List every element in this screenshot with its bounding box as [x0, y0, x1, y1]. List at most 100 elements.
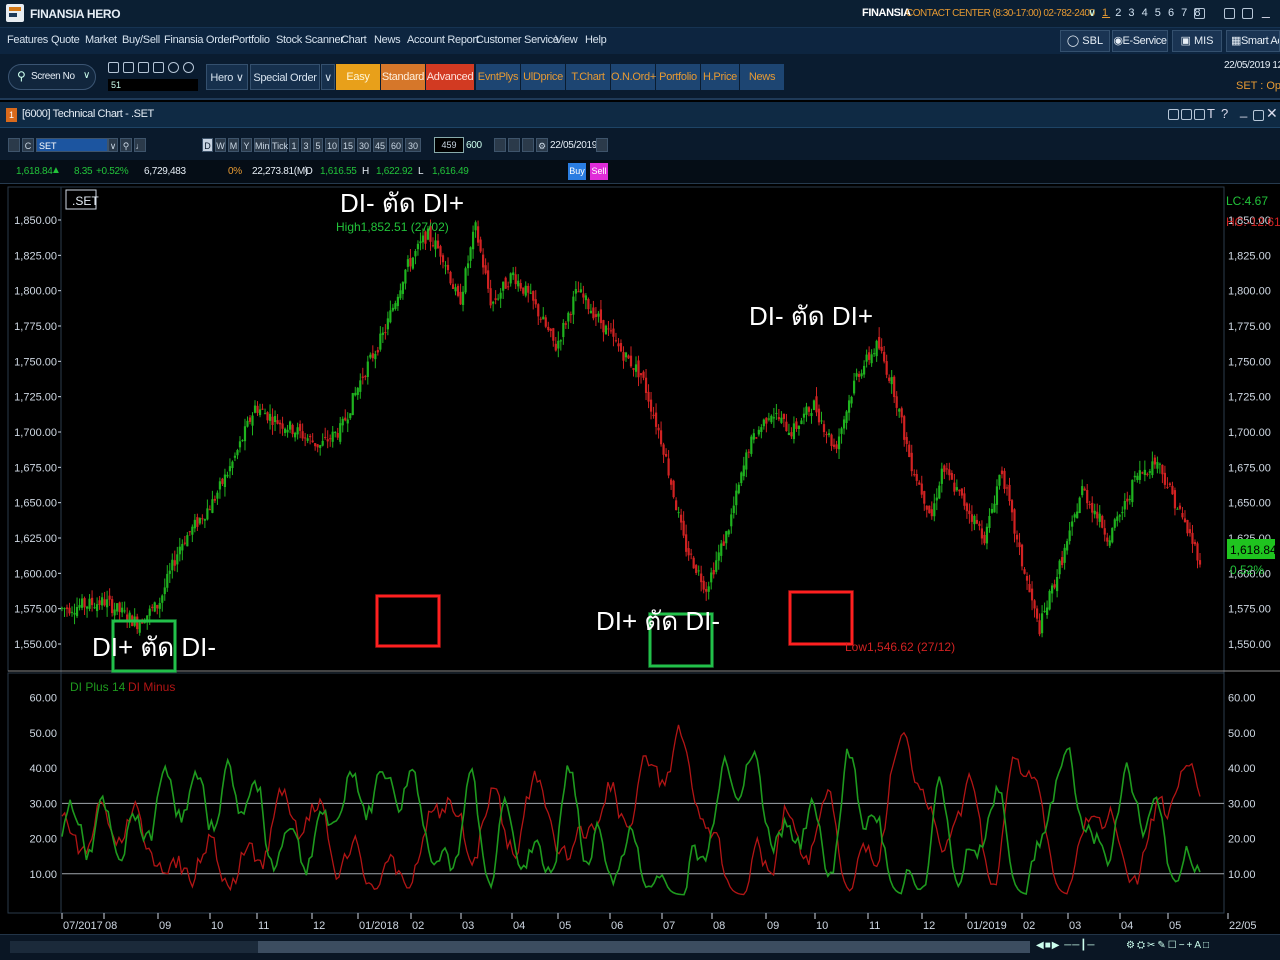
standard-button[interactable]: Standard — [381, 64, 425, 90]
gear-icon[interactable]: ⚙ — [536, 138, 548, 152]
chevron-down-icon[interactable]: ∨ — [1088, 6, 1096, 19]
candle-body — [898, 409, 901, 412]
sound-icon[interactable]: ♩ — [134, 138, 146, 152]
symbol-input[interactable]: SET — [36, 138, 108, 152]
page-2[interactable]: 2 — [1115, 7, 1123, 19]
pen-icon[interactable] — [1194, 109, 1205, 120]
page-6[interactable]: 6 — [1168, 7, 1176, 19]
zoom-controls[interactable]: ◀■▶ ──┃─ — [1036, 940, 1095, 951]
save-icon[interactable] — [153, 62, 164, 73]
screen-no-select[interactable]: ⚲ Screen No ∨ — [8, 64, 96, 90]
scroll-thumb[interactable] — [258, 941, 1030, 953]
candle-body — [760, 427, 763, 432]
period-D[interactable]: D — [202, 138, 213, 152]
menu-market[interactable]: Market — [85, 34, 117, 46]
page-1[interactable]: 1 — [1102, 7, 1110, 19]
menu-portfolio[interactable]: Portfolio — [232, 34, 270, 46]
indicator-icon[interactable] — [522, 138, 534, 152]
bottom-scrollbar[interactable]: ◀■▶ ──┃─ ⚙⛭✂✎☐−+A□ — [0, 934, 1280, 960]
period-45[interactable]: 45 — [373, 138, 387, 152]
period-10[interactable]: 10 — [325, 138, 339, 152]
period-1[interactable]: 1 — [289, 138, 299, 152]
technical-chart[interactable]: 1,550.00 1,550.00 1,575.00 1,575.00 1,600.00… — [0, 184, 1280, 934]
period-Y[interactable]: Y — [241, 138, 252, 152]
hero-select[interactable]: Hero ∨ — [206, 64, 248, 90]
calendar-icon[interactable] — [596, 138, 608, 152]
tab-portfolio[interactable]: Portfolio — [656, 64, 700, 90]
maximize-icon[interactable] — [1253, 110, 1264, 121]
chart-c-button[interactable]: C — [22, 138, 34, 152]
eservice-button[interactable]: ◉E-Service — [1112, 30, 1168, 52]
period-15[interactable]: 15 — [341, 138, 355, 152]
candle-body — [1088, 504, 1091, 506]
settings-icon[interactable] — [183, 62, 194, 73]
page-4[interactable]: 4 — [1142, 7, 1150, 19]
page-numbers[interactable]: 1 2 3 4 5 6 7 8 — [1102, 7, 1202, 19]
draw-icon[interactable] — [494, 138, 506, 152]
layout-icon[interactable] — [1194, 8, 1205, 19]
minimize-window-icon[interactable]: _ — [1240, 103, 1247, 118]
drawing-tools[interactable]: ⚙⛭✂✎☐−+A□ — [1126, 940, 1211, 951]
home-icon[interactable] — [1224, 8, 1235, 19]
period-60[interactable]: 60 — [389, 138, 403, 152]
candle-body — [584, 295, 587, 301]
menu-quote[interactable]: Quote — [51, 34, 80, 46]
easy-button[interactable]: Easy — [336, 64, 380, 90]
search-icon[interactable]: ⚲ — [120, 138, 132, 152]
menu-view[interactable]: View — [555, 34, 578, 46]
chevron-down-icon[interactable]: ∨ — [108, 138, 118, 152]
grid-icon[interactable] — [108, 62, 119, 73]
help-icon[interactable]: ? — [1221, 106, 1228, 121]
period-tick[interactable]: Tick — [271, 138, 288, 152]
candle-body — [233, 455, 237, 458]
candle-body — [878, 336, 881, 349]
menu-help[interactable]: Help — [585, 34, 607, 46]
sell-button[interactable]: Sell — [590, 163, 608, 180]
special-order-dropdown[interactable]: ∨ — [321, 64, 335, 90]
menu-buysell[interactable]: Buy/Sell — [122, 34, 160, 46]
text-icon[interactable]: T — [1207, 106, 1215, 121]
tab-hprice[interactable]: H.Price — [701, 64, 739, 90]
advanced-button[interactable]: Advanced — [426, 64, 474, 90]
menu-news[interactable]: News — [374, 34, 401, 46]
special-order-select[interactable]: Special Order — [250, 64, 320, 90]
period-3[interactable]: 3 — [301, 138, 311, 152]
tab-uldprice[interactable]: UlDprice — [521, 64, 565, 90]
smart-button[interactable]: ▦Smart Ac — [1226, 30, 1280, 52]
lock-icon[interactable] — [138, 62, 149, 73]
sbl-button[interactable]: ◯ SBL — [1060, 30, 1110, 52]
period-30b[interactable]: 30 — [405, 138, 421, 152]
menu-finansia-order[interactable]: Finansia Order — [164, 34, 233, 46]
period-30[interactable]: 30 — [357, 138, 371, 152]
period-min[interactable]: Min — [254, 138, 270, 152]
bars-input[interactable]: 459 — [434, 137, 464, 153]
tab-news[interactable]: News — [740, 64, 784, 90]
screen-number-input[interactable]: 51 — [108, 79, 198, 91]
close-icon[interactable]: ✕ — [1266, 105, 1278, 122]
period-M[interactable]: M — [228, 138, 239, 152]
minimize-icon[interactable]: _ — [1262, 2, 1270, 18]
menu-customer-service[interactable]: Customer Service — [476, 34, 559, 46]
menu-stock-scanner[interactable]: Stock Scanner — [276, 34, 344, 46]
tab-onord[interactable]: O.N.Ord+ — [611, 64, 656, 90]
menu-features[interactable]: Features — [7, 34, 48, 46]
page-3[interactable]: 3 — [1128, 7, 1136, 19]
print-icon[interactable] — [1181, 109, 1192, 120]
menu-chart[interactable]: Chart — [341, 34, 367, 46]
pin-icon[interactable] — [1242, 8, 1253, 19]
menu-account-report[interactable]: Account Report — [407, 34, 479, 46]
camera-icon[interactable] — [168, 62, 179, 73]
chart-menu-icon[interactable] — [8, 138, 20, 152]
tab-evntplys[interactable]: EvntPlys — [476, 64, 520, 90]
page-5[interactable]: 5 — [1155, 7, 1163, 19]
page-7[interactable]: 7 — [1181, 7, 1189, 19]
buy-button[interactable]: Buy — [568, 163, 586, 180]
period-W[interactable]: W — [215, 138, 226, 152]
tools-icon[interactable] — [508, 138, 520, 152]
period-5[interactable]: 5 — [313, 138, 323, 152]
candle-body — [1061, 557, 1064, 566]
copy-icon[interactable] — [1168, 109, 1179, 120]
link-icon[interactable] — [123, 62, 134, 73]
mis-button[interactable]: ▣ MIS — [1172, 30, 1222, 52]
tab-tchart[interactable]: T.Chart — [566, 64, 610, 90]
